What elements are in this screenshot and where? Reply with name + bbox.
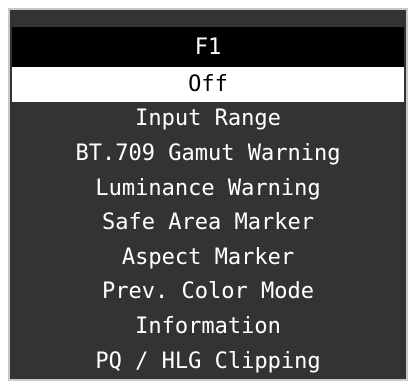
- function-key-menu: F1 Off Input Range BT.709 Gamut Warning …: [8, 8, 408, 381]
- menu-item-luminance-warning[interactable]: Luminance Warning: [12, 171, 404, 206]
- menu-item-safe-area-marker[interactable]: Safe Area Marker: [12, 205, 404, 240]
- menu-item-pq-hlg-clipping[interactable]: PQ / HLG Clipping: [12, 344, 404, 379]
- menu-title: F1: [12, 27, 404, 67]
- menu-item-aspect-marker[interactable]: Aspect Marker: [12, 240, 404, 275]
- menu-item-off[interactable]: Off: [12, 67, 404, 102]
- menu-item-prev-color-mode[interactable]: Prev. Color Mode: [12, 275, 404, 310]
- menu-item-input-range[interactable]: Input Range: [12, 102, 404, 137]
- menu-item-bt709-gamut-warning[interactable]: BT.709 Gamut Warning: [12, 136, 404, 171]
- menu-item-information[interactable]: Information: [12, 309, 404, 344]
- menu-options-list: Off Input Range BT.709 Gamut Warning Lum…: [12, 67, 404, 378]
